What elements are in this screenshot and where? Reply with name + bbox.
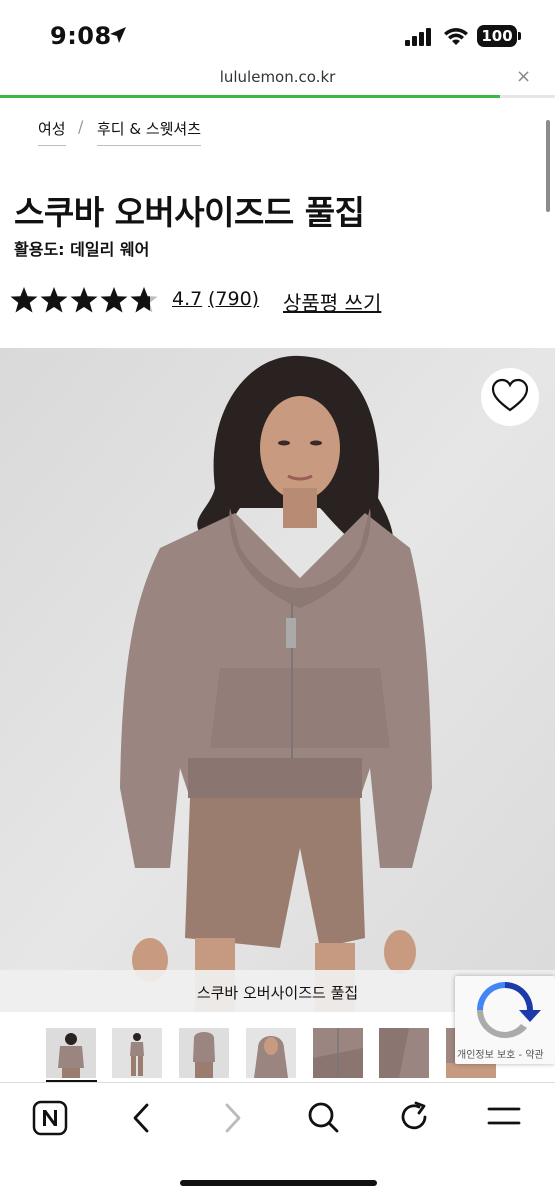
star-icon — [70, 287, 98, 313]
breadcrumb-separator: / — [78, 117, 84, 136]
status-clock: 9:08 — [50, 22, 112, 50]
thumbnail-4[interactable] — [246, 1028, 296, 1078]
rating-stars — [10, 287, 158, 313]
thumbnail-6[interactable] — [379, 1028, 429, 1078]
star-icon — [10, 287, 38, 313]
battery-cap — [518, 32, 521, 40]
cellular-signal-icon — [405, 28, 431, 46]
thumbnail-1[interactable] — [46, 1028, 96, 1078]
heart-icon — [491, 378, 529, 412]
recaptcha-icon — [477, 982, 541, 1039]
search-icon[interactable] — [306, 1100, 340, 1134]
thumbnail-2[interactable] — [112, 1028, 162, 1078]
product-image[interactable] — [0, 348, 555, 1012]
model-photo — [0, 348, 555, 1012]
product-activity: 활용도: 데일리 웨어 — [14, 240, 150, 259]
wishlist-button[interactable] — [481, 368, 539, 426]
rating-value[interactable]: 4.7 — [172, 288, 202, 310]
naver-home-icon[interactable] — [32, 1100, 68, 1136]
forward-icon[interactable] — [220, 1101, 246, 1135]
recaptcha-terms[interactable]: 개인정보 보호 - 약관 — [457, 1046, 544, 1061]
url-text[interactable]: lululemon.co.kr — [0, 68, 555, 86]
reload-icon[interactable] — [398, 1100, 432, 1134]
load-progress-bar — [0, 95, 500, 98]
wifi-icon — [444, 28, 468, 45]
star-icon — [100, 287, 128, 313]
rating-count[interactable]: (790) — [208, 288, 259, 310]
thumbnail-3[interactable] — [179, 1028, 229, 1078]
star-icon — [40, 287, 68, 313]
home-indicator — [180, 1180, 377, 1186]
battery-indicator: 100 — [477, 25, 517, 47]
write-review-link[interactable]: 상품평 쓰기 — [283, 287, 381, 316]
menu-icon[interactable] — [486, 1103, 522, 1131]
back-icon[interactable] — [128, 1101, 154, 1135]
breadcrumb-hoodies[interactable]: 후디 & 스웻셔츠 — [97, 118, 202, 146]
location-arrow-icon — [110, 27, 126, 43]
scrollbar[interactable] — [546, 120, 550, 212]
product-title: 스쿠바 오버사이즈드 풀집 — [14, 193, 365, 232]
thumbnail-5[interactable] — [313, 1028, 363, 1078]
breadcrumb-women[interactable]: 여성 — [38, 118, 66, 146]
close-icon[interactable]: × — [516, 66, 531, 87]
